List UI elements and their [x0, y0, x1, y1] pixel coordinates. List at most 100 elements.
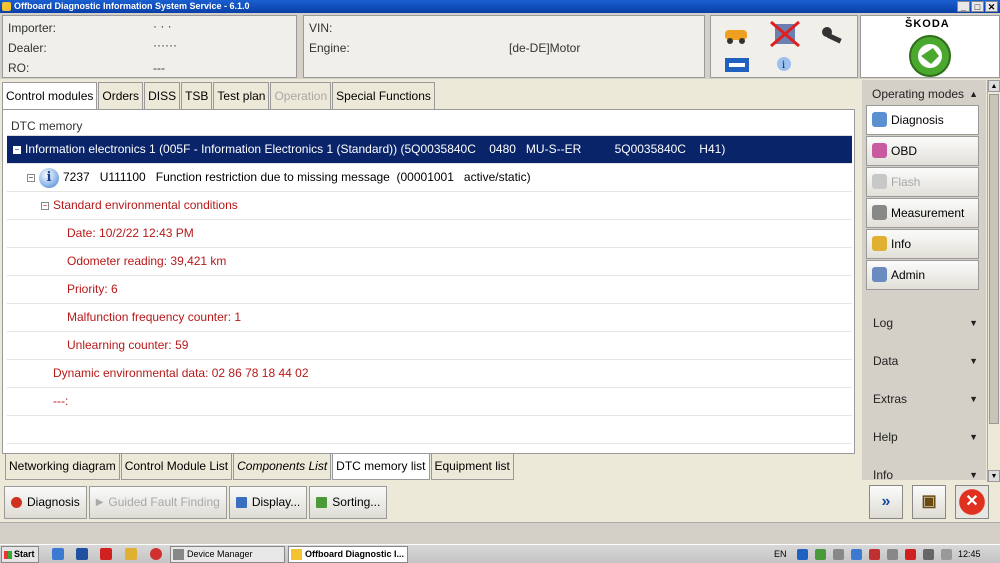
network-icon[interactable] — [815, 549, 826, 560]
gauge-icon — [872, 205, 887, 220]
car-icon[interactable] — [725, 30, 747, 44]
usb-tray-icon[interactable] — [833, 549, 844, 560]
ecu-row[interactable]: − Information electronics 1 (005F - Infor… — [7, 136, 852, 164]
tray-misc-icon[interactable] — [941, 549, 952, 560]
info-section[interactable]: Info ▼ — [866, 465, 984, 485]
tab-networking-diagram[interactable]: Networking diagram — [5, 454, 120, 480]
date-row[interactable]: Date: 10/2/22 12:43 PM — [7, 220, 852, 248]
info-mode-button[interactable]: Info — [866, 229, 979, 259]
system-tray: EN 12:45 — [770, 546, 1000, 563]
display-label: Display... — [251, 495, 301, 509]
collapse-icon[interactable]: − — [13, 145, 21, 154]
priority-row[interactable]: Priority: 6 — [7, 276, 852, 304]
save-icon[interactable] — [76, 548, 88, 560]
target-button[interactable]: ▣ — [912, 485, 946, 519]
data-section[interactable]: Data ▼ — [866, 351, 984, 371]
tab-test-plan[interactable]: Test plan — [213, 82, 270, 109]
scroll-up-button[interactable]: ▲ — [988, 80, 1000, 92]
minimize-button[interactable]: _ — [957, 1, 970, 12]
display-icon — [235, 497, 247, 508]
dynamic-data-row[interactable]: Dynamic environmental data: 02 86 78 18 … — [7, 360, 852, 388]
tab-dtc-memory-list[interactable]: DTC memory list — [332, 454, 430, 480]
gear-icon — [872, 267, 887, 282]
start-button[interactable]: Start — [1, 546, 39, 563]
diagnosis-action-label: Diagnosis — [27, 495, 80, 509]
tab-control-modules[interactable]: Control modules — [2, 82, 98, 110]
diagnosis-mode-button[interactable]: Diagnosis — [866, 105, 979, 135]
measurement-mode-button[interactable]: Measurement — [866, 198, 979, 228]
collapse-icon[interactable]: − — [41, 201, 49, 210]
power-icon[interactable] — [887, 549, 898, 560]
log-section[interactable]: Log ▼ — [866, 313, 984, 333]
display-button[interactable]: Display... — [228, 486, 308, 519]
collapse-icon[interactable]: − — [27, 173, 35, 182]
malfunction-row[interactable]: Malfunction frequency counter: 1 — [7, 304, 852, 332]
tab-control-module-list[interactable]: Control Module List — [120, 454, 233, 480]
chevron-down-icon[interactable]: ▼ — [969, 427, 978, 447]
skoda-logo-icon — [909, 35, 951, 77]
status-bar — [0, 522, 1000, 544]
task-odis[interactable]: Offboard Diagnostic I... — [288, 546, 408, 563]
fault-row[interactable]: − i 7237 U111100 Function restriction due … — [7, 164, 852, 192]
brand-panel: ŠKODA — [860, 15, 1000, 78]
clock[interactable]: 12:45 — [958, 549, 981, 559]
security-icon[interactable] — [869, 549, 880, 560]
task-device-manager[interactable]: Device Manager — [170, 546, 285, 563]
env-conditions-row[interactable]: − Standard environmental conditions — [7, 192, 852, 220]
display-tray-icon[interactable] — [851, 549, 862, 560]
chevron-up-icon[interactable]: ▲ — [969, 83, 978, 105]
folder-icon[interactable] — [125, 548, 137, 560]
exit-button[interactable]: ✕ — [955, 485, 989, 519]
obd-mode-button[interactable]: OBD — [866, 136, 979, 166]
maximize-button[interactable]: □ — [971, 1, 984, 12]
chevron-down-icon[interactable]: ▼ — [969, 313, 978, 333]
device-manager-icon — [173, 549, 184, 560]
help-section[interactable]: Help ▼ — [866, 427, 984, 447]
sorting-label: Sorting... — [332, 495, 381, 509]
window-title-bar[interactable]: Offboard Diagnostic Information System S… — [0, 0, 1000, 13]
bug-icon[interactable] — [100, 548, 112, 560]
dealer-label: Dealer: — [8, 41, 47, 55]
scroll-down-button[interactable]: ▼ — [988, 470, 1000, 482]
admin-mode-button[interactable]: Admin — [866, 260, 979, 290]
operating-modes-header[interactable]: Operating modes ▲ — [866, 83, 984, 105]
dynamic-data-text: Dynamic environmental data: 02 86 78 18 … — [53, 366, 309, 380]
window-title: Offboard Diagnostic Information System S… — [14, 1, 250, 11]
odometer-row[interactable]: Odometer reading: 39,421 km — [7, 248, 852, 276]
tab-tsb[interactable]: TSB — [181, 82, 213, 109]
key-icon[interactable] — [822, 27, 842, 44]
chrome-icon[interactable] — [150, 548, 162, 560]
forward-button[interactable]: » — [869, 485, 903, 519]
app-icon — [2, 2, 11, 11]
right-scrollbar[interactable]: ▲ ▼ — [987, 80, 1000, 482]
extras-section[interactable]: Extras ▼ — [866, 389, 984, 409]
info-status-icon[interactable]: i — [777, 57, 791, 71]
tab-components-list[interactable]: Components List — [233, 454, 332, 480]
operating-modes-label: Operating modes — [872, 87, 965, 101]
scroll-thumb[interactable] — [989, 94, 999, 424]
tab-diss[interactable]: DISS — [144, 82, 181, 109]
volume-icon[interactable] — [923, 549, 934, 560]
ie-icon[interactable] — [52, 548, 64, 560]
tab-equipment-list[interactable]: Equipment list — [430, 454, 514, 480]
diagnosis-mode-label: Diagnosis — [891, 113, 944, 127]
chevron-down-icon[interactable]: ▼ — [969, 389, 978, 409]
unlearning-row[interactable]: Unlearning counter: 59 — [7, 332, 852, 360]
chevron-down-icon[interactable]: ▼ — [969, 351, 978, 371]
tab-special-functions[interactable]: Special Functions — [332, 82, 435, 109]
usb-icon[interactable] — [725, 58, 749, 72]
alert-icon[interactable] — [905, 549, 916, 560]
bluetooth-icon[interactable] — [797, 549, 808, 560]
admin-mode-label: Admin — [891, 268, 926, 282]
malfunction-text: Malfunction frequency counter: 1 — [67, 310, 242, 324]
dealer-value: ······ — [153, 38, 177, 52]
flash-icon — [872, 174, 887, 189]
diagnosis-action-button[interactable]: Diagnosis — [4, 486, 87, 519]
language-indicator[interactable]: EN — [774, 549, 787, 559]
sorting-button[interactable]: Sorting... — [309, 486, 388, 519]
dashes-row[interactable]: ---: — [7, 388, 852, 416]
tab-orders[interactable]: Orders — [98, 82, 144, 109]
close-window-button[interactable]: ✕ — [985, 1, 998, 12]
interface-disconnected-icon[interactable] — [770, 20, 800, 48]
chevron-down-icon[interactable]: ▼ — [969, 465, 978, 485]
